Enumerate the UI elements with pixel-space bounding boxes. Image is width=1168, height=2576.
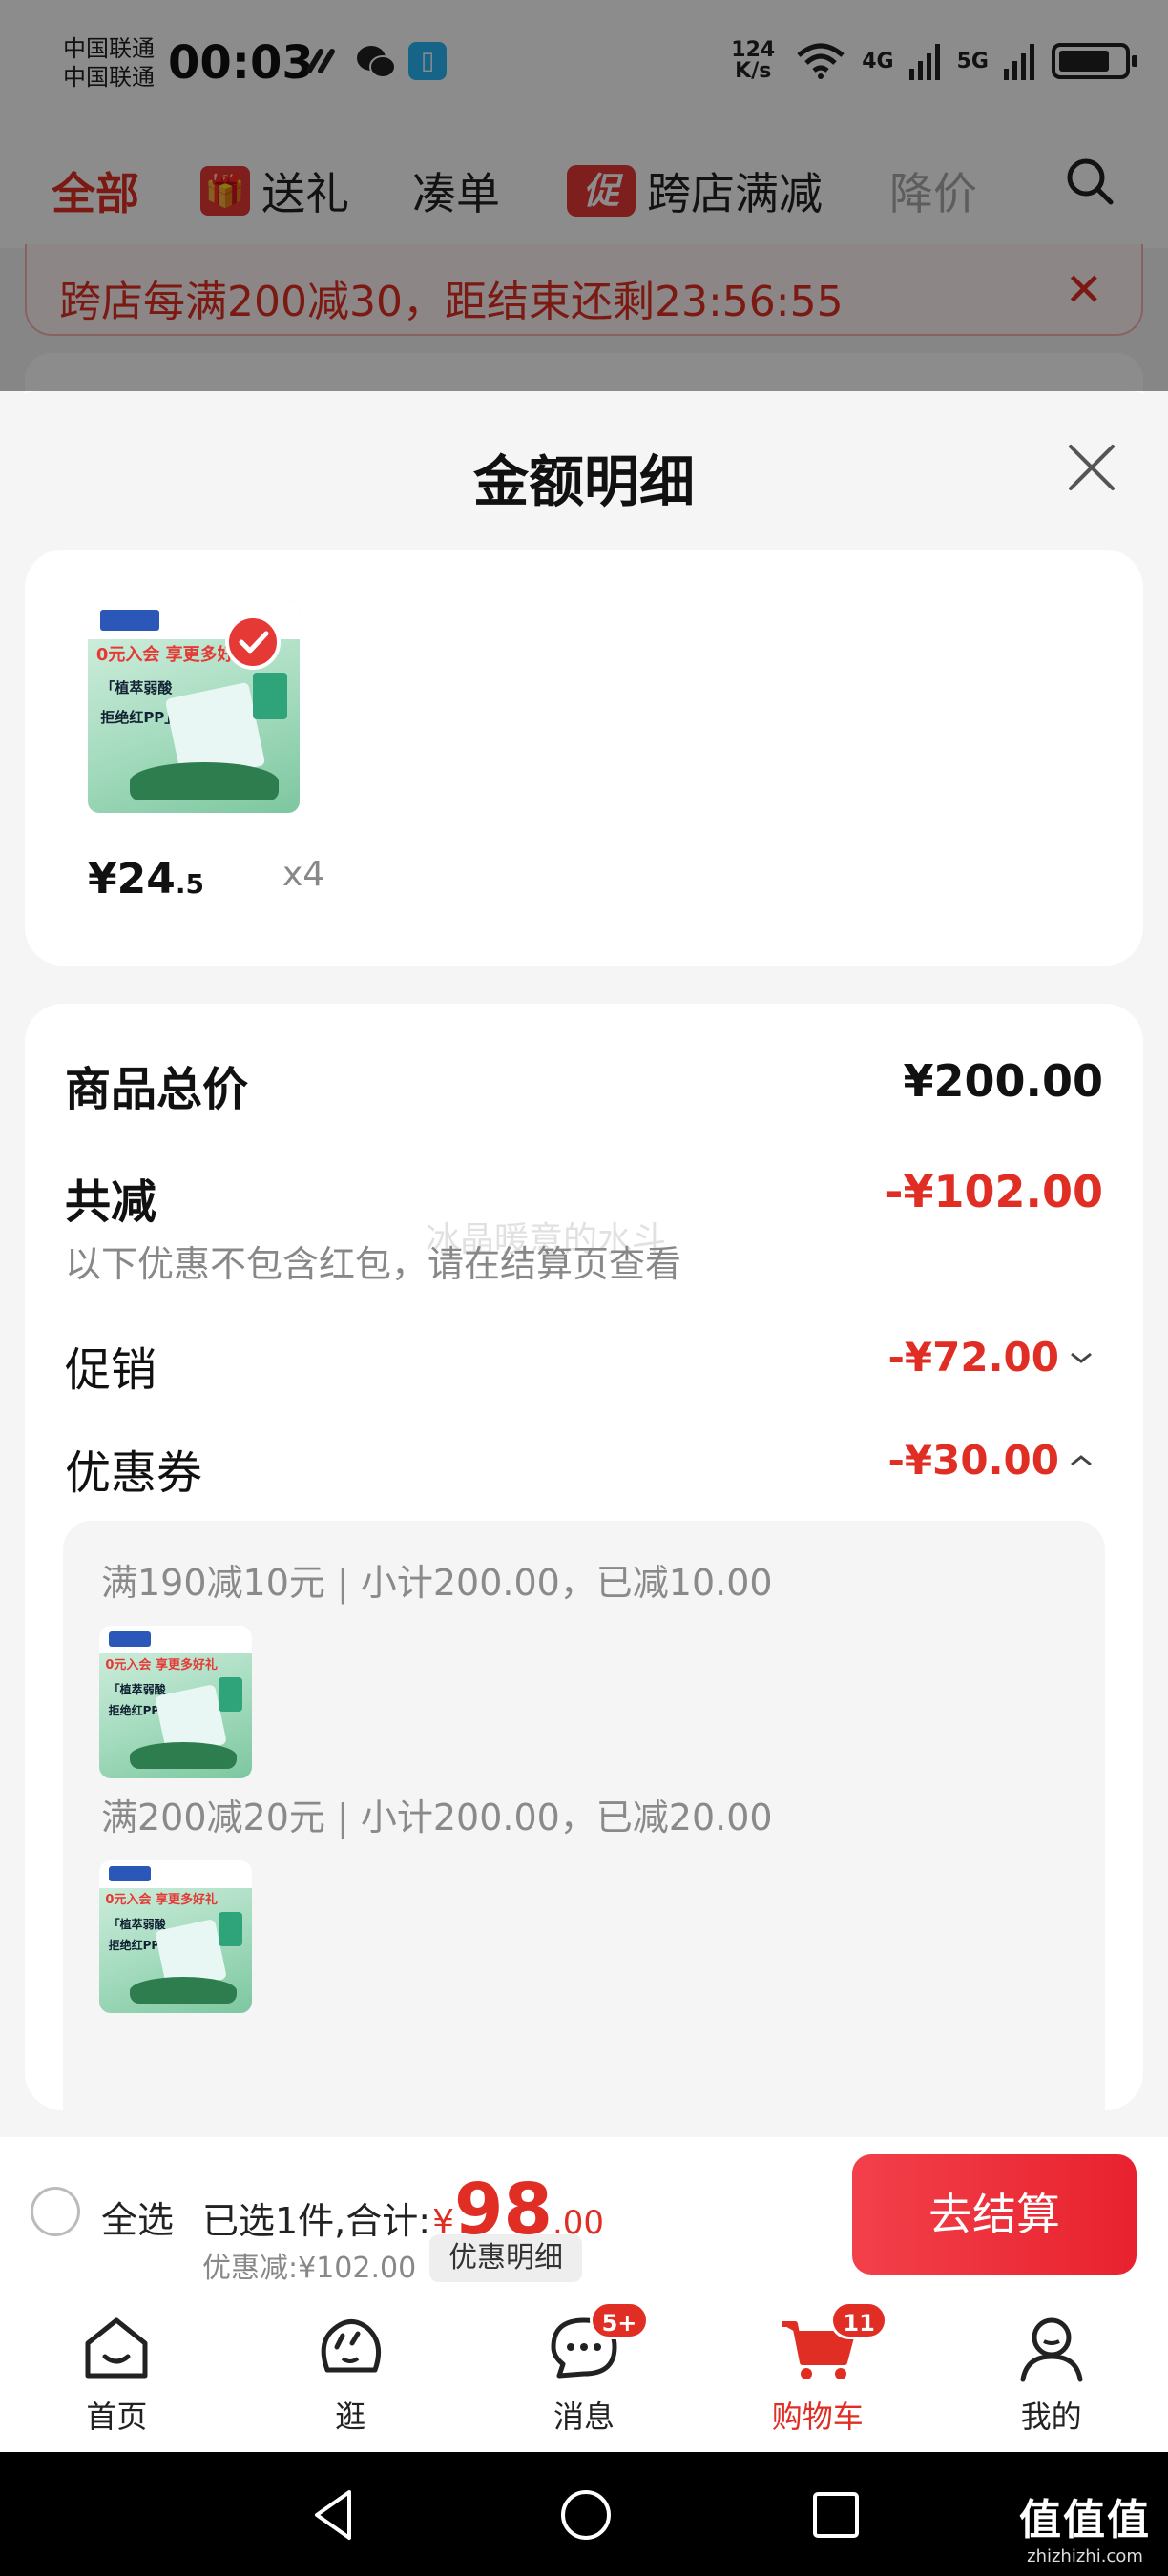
coupon-label: 优惠券 [65,1446,203,1500]
nav-browse-label: 逛 [335,2399,366,2435]
nav-profile-label: 我的 [1020,2399,1082,2435]
coupon-row[interactable]: -¥30.00 [887,1437,1094,1484]
message-badge: 5+ [589,2301,650,2339]
unit-price: ¥24.5 [88,855,204,904]
coupon-product-image-1[interactable]: 0元入会 享更多好礼 「植萃弱酸 拒绝红PP」 [99,1626,252,1778]
nav-browse[interactable]: 逛 [234,2294,468,2452]
nav-messages-label: 消息 [553,2399,615,2435]
reduce-value: -¥102.00 [885,1166,1103,1217]
promo-row[interactable]: -¥72.00 [887,1334,1094,1381]
nav-profile[interactable]: 我的 [934,2294,1168,2452]
amount-detail-sheet: 金额明细 0元入会 享更多好礼 「植萃弱酸 拒绝红PP」 ¥24.5 x4 商品… [0,391,1168,2429]
home-button-icon[interactable] [557,2486,615,2544]
price-symbol: ¥ [88,855,117,904]
summary-prefix: 已选1件,合计: [202,2200,431,2242]
bottom-nav: 首页 逛 5+ 消息 11 购物车 我的 [0,2294,1168,2452]
price-dec: .5 [175,868,204,900]
system-nav: 值值值 zhizhizhi.com [0,2452,1168,2576]
site-watermark: 值值值 zhizhizhi.com [1019,2485,1151,2566]
coupon-detail-list: 满190减10元 | 小计200.00，已减10.00 0元入会 享更多好礼 「… [63,1521,1105,2036]
total-value: ¥200.00 [903,1055,1103,1107]
back-icon[interactable] [307,2486,365,2544]
coupon-value: -¥30.00 [887,1437,1059,1484]
chevron-up-icon [1071,1454,1092,1465]
nav-home-label: 首页 [86,2399,148,2435]
brand-logo [100,609,160,632]
coupon-thumb-promo-2: 0元入会 享更多好礼 [105,1893,218,1908]
reduce-note: 以下优惠不包含红包，请在结算页查看 [65,1243,682,1285]
sheet-title: 金额明细 [472,449,695,514]
checkout-button[interactable]: 去结算 [852,2154,1137,2275]
select-all-label[interactable]: 全选 [101,2191,174,2243]
coupon-line-1: 满190减10元 | 小计200.00，已减10.00 [101,1562,773,1604]
close-icon[interactable] [1065,441,1118,494]
promo-value: -¥72.00 [887,1334,1059,1381]
checkout-bar: 全选 已选1件,合计: ¥ 98 .00 优惠减:¥102.00 优惠明细 去结… [0,2137,1168,2294]
coupon-thumb-promo-1: 0元入会 享更多好礼 [105,1658,218,1673]
product-card: 0元入会 享更多好礼 「植萃弱酸 拒绝红PP」 ¥24.5 x4 [25,550,1143,966]
site-watermark-logo: 值值值 [1019,2496,1151,2545]
quantity: x4 [282,855,325,894]
total-int: 98 [453,2169,553,2251]
nav-messages[interactable]: 5+ 消息 [468,2294,701,2452]
nav-cart[interactable]: 11 购物车 [700,2294,934,2452]
coupon-product-image-2[interactable]: 0元入会 享更多好礼 「植萃弱酸 拒绝红PP」 [99,1860,252,2013]
nav-home[interactable]: 首页 [0,2294,234,2452]
chevron-down-icon [1071,1352,1092,1363]
cart-badge: 11 [830,2301,887,2339]
checkmark-icon [225,614,281,670]
coupon-thumb-line1-1: 「植萃弱酸 [108,1682,166,1696]
price-int: 24 [116,855,176,904]
nav-cart-label: 购物车 [771,2399,864,2435]
recents-icon[interactable] [807,2486,865,2544]
promo-label: 促销 [65,1343,157,1397]
coupon-thumb-line1-2: 「植萃弱酸 [108,1917,166,1931]
reduce-label: 共减 [65,1175,157,1229]
thumb-line-1: 「植萃弱酸 [100,678,173,696]
discount-detail-button[interactable]: 优惠明细 [429,2234,582,2282]
total-label: 商品总价 [65,1063,249,1116]
profile-icon [1020,2317,1083,2382]
select-all-radio[interactable] [31,2187,80,2236]
discount-text: 优惠减:¥102.00 [202,2252,417,2285]
browse-icon [321,2319,382,2373]
site-watermark-domain: zhizhizhi.com [1027,2546,1143,2566]
coupon-line-2: 满200减20元 | 小计200.00，已减20.00 [101,1797,773,1839]
home-icon [85,2317,148,2379]
dim-overlay[interactable] [0,0,1168,391]
